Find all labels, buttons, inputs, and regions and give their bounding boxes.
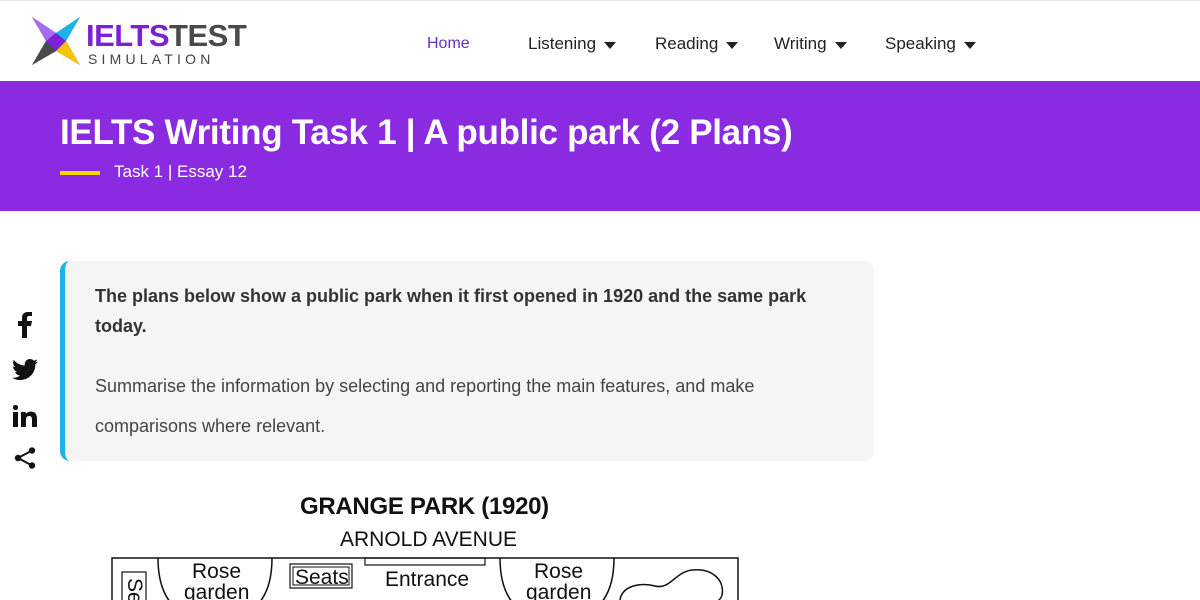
- nav-writing-label: Writing: [774, 34, 827, 53]
- nav-writing[interactable]: Writing: [774, 33, 847, 55]
- breadcrumb: Task 1 | Essay 12: [114, 162, 247, 181]
- task-instruction: Summarise the information by selecting a…: [95, 376, 755, 436]
- site-logo[interactable]: IELTSTEST SIMULATION: [30, 15, 247, 71]
- entrance-gate: [364, 557, 486, 566]
- plan-title: GRANGE PARK (1920): [300, 493, 549, 520]
- nav-home[interactable]: Home: [427, 33, 470, 55]
- nav-home-label: Home: [427, 35, 470, 52]
- nav-listening-label: Listening: [528, 34, 597, 53]
- page-banner: IELTS Writing Task 1 | A public park (2 …: [0, 81, 1200, 211]
- facebook-icon[interactable]: [10, 310, 40, 340]
- nav-reading[interactable]: Reading: [655, 33, 739, 55]
- rose-garden-left-label-2: garden: [184, 581, 249, 600]
- chevron-down-icon: [834, 42, 847, 50]
- task-prompt: The plans below show a public park when …: [95, 286, 807, 336]
- rose-garden-left-label-1: Rose: [192, 560, 241, 583]
- entrance-label: Entrance: [385, 568, 469, 591]
- pond-shape: [619, 569, 724, 600]
- logo-wordmark: IELTSTEST: [86, 18, 247, 53]
- task-question-box: The plans below show a public park when …: [60, 261, 874, 461]
- nav-listening[interactable]: Listening: [528, 33, 617, 55]
- star-logo-icon: [32, 17, 80, 65]
- nav-speaking[interactable]: Speaking: [885, 33, 976, 55]
- share-icon[interactable]: [10, 443, 40, 473]
- park-plan-image: Se Rose garden Seats Entrance Rose garde…: [111, 557, 739, 600]
- twitter-icon[interactable]: [10, 355, 40, 385]
- site-header: IELTSTEST SIMULATION Home Listening Read…: [0, 0, 1200, 81]
- page-title: IELTS Writing Task 1 | A public park (2 …: [60, 113, 793, 152]
- seats-side-label: Se: [123, 578, 146, 600]
- logo-subtext: SIMULATION: [88, 51, 215, 67]
- title-accent-line: [60, 171, 100, 175]
- linkedin-icon[interactable]: [10, 401, 40, 431]
- chevron-down-icon: [604, 42, 617, 50]
- chevron-down-icon: [963, 42, 976, 50]
- plan-street-label: ARNOLD AVENUE: [340, 528, 517, 551]
- seats-label: Seats: [295, 566, 349, 589]
- nav-reading-label: Reading: [655, 34, 719, 53]
- chevron-down-icon: [726, 42, 739, 50]
- nav-speaking-label: Speaking: [885, 34, 956, 53]
- rose-garden-right-label-2: garden: [526, 581, 591, 600]
- rose-garden-right-label-1: Rose: [534, 560, 583, 583]
